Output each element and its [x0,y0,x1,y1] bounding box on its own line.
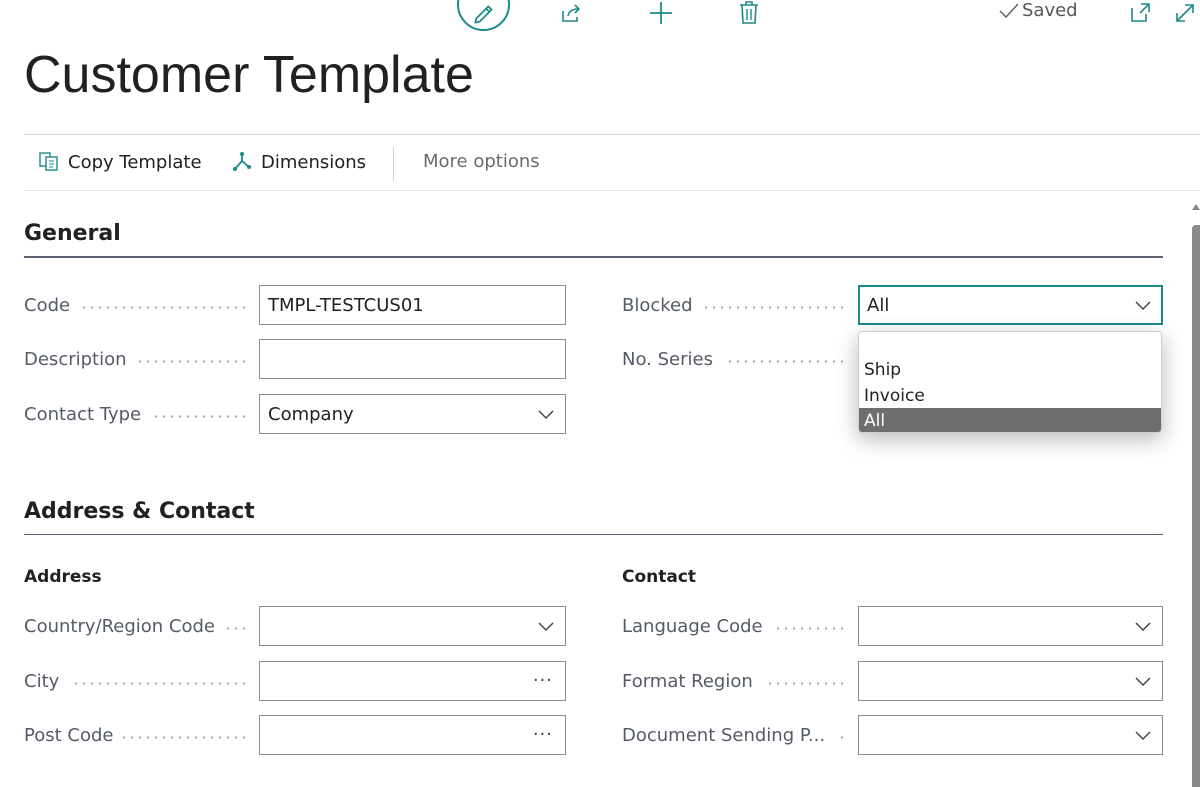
blocked-value: All [867,294,890,316]
delete-button[interactable] [736,0,762,26]
edit-button[interactable] [457,0,510,31]
plus-icon [650,2,672,24]
country-region-code-select[interactable] [259,606,566,646]
blocked-option-invoice[interactable]: Invoice [859,383,1161,408]
language-code-select[interactable] [858,606,1163,646]
blocked-option-all[interactable]: All [859,408,1161,432]
title-divider [24,134,1200,135]
blocked-option-ship[interactable]: Ship [859,357,1161,382]
chevron-down-icon [1135,301,1151,311]
contact-heading: Contact [622,567,697,587]
format-region-label: Format Region [622,661,844,701]
description-input[interactable] [259,339,566,379]
new-button[interactable] [648,0,674,26]
code-value: TMPL-TESTCUS01 [268,294,424,316]
chevron-down-icon [1135,731,1151,741]
document-sending-profile-select[interactable] [858,715,1163,755]
saved-label: Saved [1022,0,1078,21]
chevron-down-icon [538,622,554,632]
copy-template-label: Copy Template [68,151,202,173]
address-heading: Address [24,567,102,587]
contact-type-value: Company [268,403,354,425]
scroll-up-arrow[interactable] [1192,202,1200,212]
no-series-label: No. Series [622,339,844,379]
share-button[interactable] [559,0,585,26]
chevron-down-icon [538,410,554,420]
section-title-general: General [24,221,121,246]
blocked-dropdown-list: Ship Invoice All [858,331,1162,433]
city-input[interactable]: ··· [259,661,566,701]
copy-icon [38,151,60,173]
code-label: Code [24,285,246,325]
action-separator [393,147,394,181]
dimensions-icon [231,151,253,173]
action-bar-divider [24,190,1200,191]
saved-status: Saved [998,0,1078,21]
dimensions-button[interactable]: Dimensions [231,151,366,173]
language-code-label: Language Code [622,606,844,646]
ellipsis-lookup-icon[interactable]: ··· [533,670,553,691]
share-icon [562,4,581,22]
blocked-select[interactable]: All [858,285,1163,325]
contact-type-label: Contact Type [24,394,246,434]
copy-template-button[interactable]: Copy Template [38,151,202,173]
code-input[interactable]: TMPL-TESTCUS01 [259,285,566,325]
page-title: Customer Template [24,46,474,104]
document-sending-profile-label: Document Sending P... [622,715,844,755]
checkmark-icon [999,2,1019,18]
city-label: City [24,661,246,701]
chevron-down-icon [1135,677,1151,687]
country-region-code-label: Country/Region Code [24,606,246,646]
post-code-input[interactable]: ··· [259,715,566,755]
more-options-button[interactable]: More options [423,151,540,172]
blocked-option-blank[interactable] [859,333,1161,358]
format-region-select[interactable] [858,661,1163,701]
ellipsis-lookup-icon[interactable]: ··· [533,724,553,745]
vertical-scrollbar[interactable] [1192,225,1200,787]
open-new-window-button[interactable] [1128,0,1154,26]
blocked-label: Blocked [622,285,844,325]
chevron-down-icon [1135,622,1151,632]
trash-icon [740,1,758,24]
more-options-label: More options [423,151,540,172]
dimensions-label: Dimensions [261,151,367,173]
contact-type-select[interactable]: Company [259,394,566,434]
open-in-new-window-icon [1131,3,1150,22]
section-title-address-contact: Address & Contact [24,499,255,524]
section-rule-general [24,256,1163,258]
expand-icon [1176,4,1194,22]
expand-button[interactable] [1172,0,1198,26]
description-label: Description [24,339,246,379]
section-rule-address-contact [24,534,1163,535]
pencil-icon [473,5,492,24]
post-code-label: Post Code [24,715,246,755]
